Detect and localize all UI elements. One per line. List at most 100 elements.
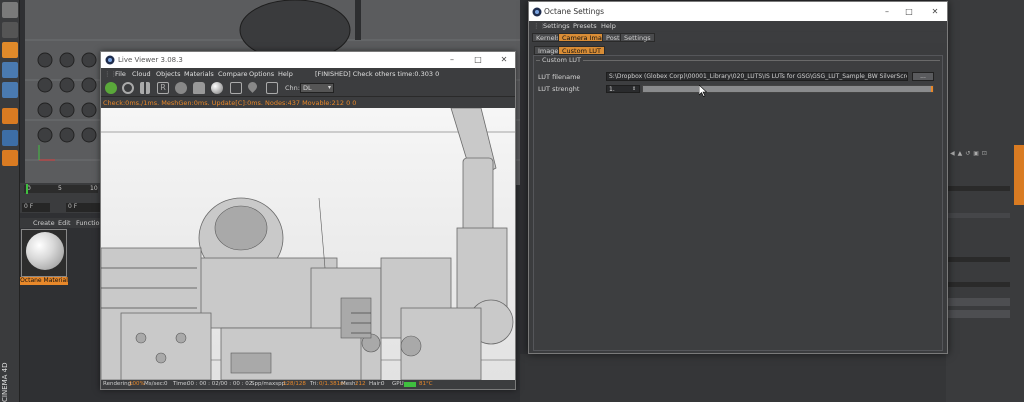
custom-lut-group: Custom LUT LUT filename S:\Dropbox (Glob… — [536, 56, 940, 93]
lock-icon[interactable] — [193, 82, 205, 94]
octane-settings-titlebar[interactable]: Octane Settings – □ ✕ — [529, 2, 947, 21]
region-render-icon[interactable]: R — [157, 82, 169, 94]
attr-field[interactable] — [946, 310, 1010, 318]
gpu-temp: 81°C — [419, 381, 433, 387]
pick-focus-icon[interactable] — [246, 80, 259, 93]
spp-label: Spp/maxspp: — [251, 381, 288, 387]
film-region-icon[interactable] — [266, 82, 278, 94]
attributes-side-tab[interactable] — [1014, 145, 1024, 205]
channel-select[interactable]: DL ▾ — [300, 83, 334, 93]
menu-create[interactable]: Create — [33, 219, 55, 227]
mouse-cursor-icon — [699, 85, 707, 97]
left-toolbar: CINEMA 4D — [0, 0, 20, 402]
menu-settings[interactable]: Settings — [543, 22, 570, 30]
live-viewer-window: Live Viewer 3.08.3 – □ ✕ ⋮⋮ File Cloud O… — [100, 51, 516, 390]
octane-settings-window: Octane Settings – □ ✕ ⋮⋮ Settings Preset… — [528, 1, 948, 354]
close-button[interactable]: ✕ — [928, 6, 942, 17]
tri-label: Tri: — [310, 381, 319, 387]
spp-value: 128/128 — [283, 381, 306, 387]
render-stats-text: Check:0ms./1ms. MeshGen:0ms. Update[C]:0… — [103, 99, 357, 107]
edit-icon[interactable] — [2, 42, 18, 58]
menu-objects[interactable]: Objects — [156, 70, 181, 78]
maximize-button[interactable]: □ — [471, 54, 485, 65]
channel-value: DL — [303, 84, 312, 92]
attr-bar — [946, 213, 1010, 218]
attr-bar — [946, 257, 1010, 262]
attribute-panel: ◀▲↺▣⊡ — [946, 0, 1024, 402]
bg-bottom-panel — [520, 354, 946, 402]
settings-gear-icon[interactable] — [175, 82, 187, 94]
clay-mode-icon[interactable] — [230, 82, 242, 94]
workplane-icon[interactable] — [2, 130, 18, 146]
attr-icons[interactable]: ◀▲↺▣⊡ — [950, 150, 1010, 157]
material-manager-menu: Create Edit Function — [20, 218, 104, 228]
lut-strength-slider[interactable] — [642, 85, 934, 93]
live-viewer-statusline: Check:0ms./1ms. MeshGen:0ms. Update[C]:0… — [101, 97, 515, 108]
group-title: Custom LUT — [540, 56, 583, 64]
menu-help[interactable]: Help — [601, 22, 616, 30]
material-picker-icon[interactable] — [211, 82, 223, 94]
attr-bar — [946, 186, 1010, 191]
mesh-value: 212 — [355, 381, 366, 387]
mssec-label: Ms/sec: — [144, 381, 165, 387]
menu-compare[interactable]: Compare — [218, 70, 248, 78]
frame-start-field[interactable]: 0 F — [22, 203, 50, 212]
lut-filename-field[interactable]: S:\Dropbox (Globex Corp)\00001_Library\0… — [606, 72, 908, 81]
minimize-button[interactable]: – — [880, 6, 894, 17]
menu-presets[interactable]: Presets — [573, 22, 597, 30]
browse-button[interactable]: ... — [912, 72, 934, 81]
gpu-usage-bar — [404, 382, 416, 387]
cube-icon[interactable] — [2, 2, 18, 18]
mssec-value: 0 — [164, 381, 168, 387]
chevron-down-icon: ▾ — [327, 84, 331, 91]
hair-value: 0 — [381, 381, 385, 387]
menu-help[interactable]: Help — [278, 70, 293, 78]
lock-icon[interactable] — [2, 150, 18, 166]
attr-field[interactable] — [946, 298, 1010, 306]
live-viewer-menubar: ⋮⋮ File Cloud Objects Materials Compare … — [101, 68, 515, 79]
custom-lut-panel: Custom LUT LUT filename S:\Dropbox (Glob… — [533, 55, 943, 351]
tick-label: 10 — [90, 185, 98, 192]
time-value: 00 : 00 : 02/00 : 00 : 02 — [187, 381, 253, 387]
octane-icon — [105, 55, 115, 65]
rendering-value: 100% — [129, 381, 145, 387]
snap-icon[interactable] — [2, 108, 18, 124]
lut-strength-label: LUT strenght — [538, 85, 580, 93]
subtab-custom-lut[interactable]: Custom LUT — [558, 46, 605, 55]
live-viewer-titlebar[interactable]: Live Viewer 3.08.3 – □ ✕ — [101, 52, 515, 68]
render-image — [101, 108, 515, 380]
pause-icon[interactable] — [140, 82, 150, 94]
menu-cloud[interactable]: Cloud — [132, 70, 151, 78]
frame-current-field[interactable]: 0 F — [66, 203, 100, 212]
menu-edit[interactable]: Edit — [58, 219, 71, 227]
octane-settings-title: Octane Settings — [544, 7, 605, 16]
edge-mode-icon[interactable] — [2, 82, 18, 98]
stepper-arrows-icon[interactable]: ⇕ — [632, 86, 638, 92]
slider-handle[interactable] — [931, 86, 933, 92]
playhead[interactable] — [26, 184, 28, 194]
channel-label: Chn: — [285, 84, 300, 92]
close-button[interactable]: ✕ — [497, 54, 511, 65]
attr-bar — [946, 282, 1010, 287]
live-viewer-title: Live Viewer 3.08.3 — [118, 56, 183, 64]
octane-settings-tabs: Kernels Camera Imager Post Settings — [529, 32, 947, 43]
material-label[interactable]: Octane Material — [20, 277, 68, 285]
live-viewer-footer: Rendering: 100% Ms/sec: 0 Time: 00 : 00 … — [101, 380, 515, 389]
tool-icon[interactable] — [2, 22, 18, 38]
render-view[interactable] — [101, 108, 515, 380]
octane-settings-menubar: ⋮⋮ Settings Presets Help — [529, 21, 947, 31]
send-scene-icon[interactable] — [105, 82, 117, 94]
point-mode-icon[interactable] — [2, 62, 18, 78]
menu-options[interactable]: Options — [249, 70, 274, 78]
live-viewer-toolbar: R Chn: DL ▾ — [101, 79, 515, 97]
menu-materials[interactable]: Materials — [184, 70, 214, 78]
minimize-button[interactable]: – — [445, 54, 459, 65]
render-state-text: [FINISHED] Check others time:0.303 0 — [315, 70, 440, 78]
octane-icon — [532, 7, 542, 17]
maximize-button[interactable]: □ — [902, 6, 916, 17]
tab-settings[interactable]: Settings — [620, 33, 655, 42]
menu-file[interactable]: File — [115, 70, 126, 78]
tick-label: 5 — [58, 185, 62, 192]
slider-fill — [643, 86, 933, 92]
restart-icon[interactable] — [122, 82, 134, 94]
